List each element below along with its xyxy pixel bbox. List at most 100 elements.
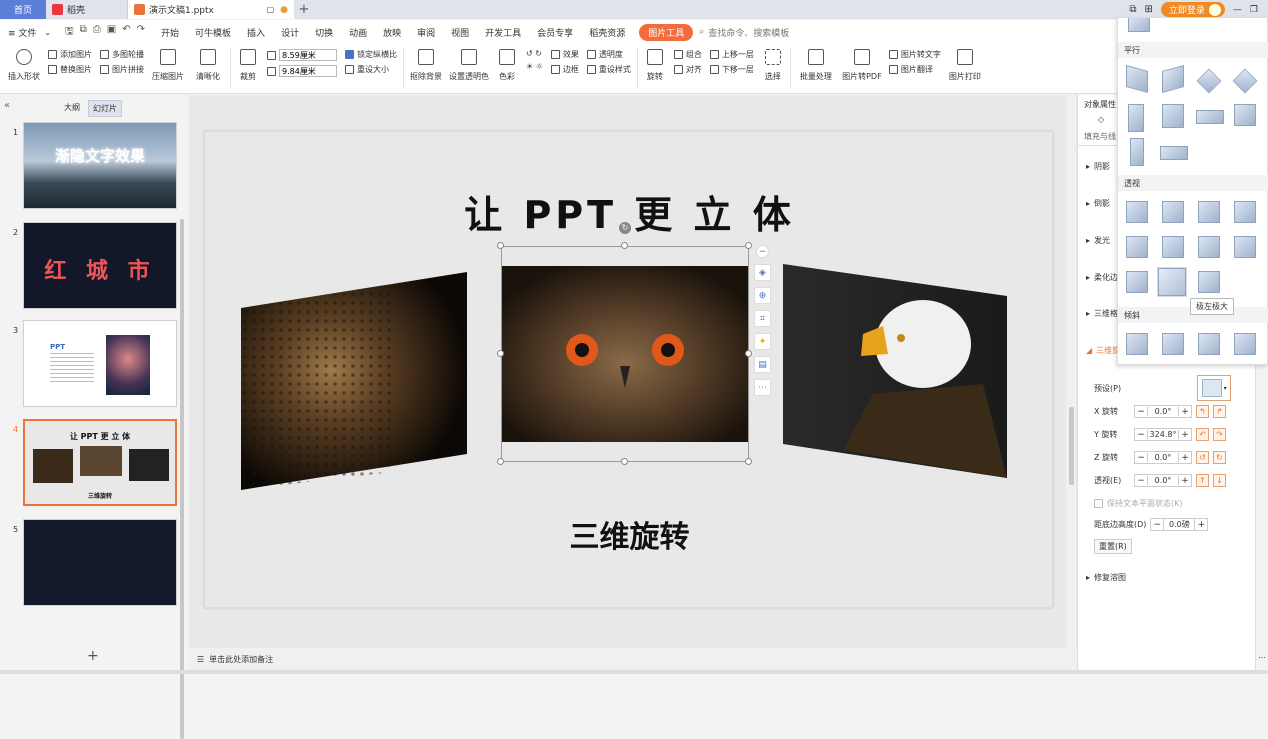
menu-template[interactable]: 可牛模板 [187, 26, 239, 39]
reset-size-button[interactable]: 重设大小 [345, 64, 397, 75]
tab-fill-line[interactable]: 填充与线 [1084, 131, 1116, 142]
preset-perspective-6[interactable] [1162, 236, 1184, 258]
menu-slideshow[interactable]: 放映 [375, 26, 409, 39]
print-icon[interactable]: ⎙ [93, 24, 101, 41]
preset-parallel-1[interactable] [1126, 65, 1148, 93]
notes-bar[interactable]: ☰ 单击此处添加备注 [189, 648, 1077, 670]
image-collage-button[interactable]: 图片拼接 [100, 64, 144, 75]
image-icon[interactable]: ▤ [754, 356, 771, 373]
preset-perspective-5[interactable] [1126, 236, 1148, 258]
menu-developer[interactable]: 开发工具 [477, 26, 529, 39]
distance-value[interactable]: 0.0磅 [1163, 519, 1196, 530]
compress-button[interactable]: 压缩图片 [148, 47, 188, 82]
align-button[interactable]: 对齐 [673, 64, 702, 75]
preset-parallel-9[interactable] [1130, 138, 1144, 166]
batch-button[interactable]: 批量处理 [793, 47, 839, 82]
preset-oblique-1[interactable] [1126, 333, 1148, 355]
preset-oblique-2[interactable] [1162, 333, 1184, 355]
preset-parallel-7[interactable] [1196, 110, 1224, 124]
add-slide-icon[interactable]: + [87, 648, 99, 664]
x-rotation-value[interactable]: 0.0° [1147, 407, 1179, 416]
keep-flat-checkbox[interactable] [1094, 499, 1103, 508]
add-tab-button[interactable]: + [294, 0, 314, 19]
resize-handle[interactable] [621, 458, 628, 465]
slide-thumb-3[interactable]: PPT [23, 320, 177, 407]
menu-picture-tools[interactable]: 图片工具 [639, 23, 694, 41]
send-backward-button[interactable]: 下移一层 [709, 64, 754, 75]
minus-icon[interactable]: − [1135, 476, 1147, 486]
minimize-icon[interactable]: — [1233, 5, 1242, 15]
minus-icon[interactable]: − [1135, 430, 1147, 440]
perspective-down-button[interactable]: ↓ [1213, 474, 1226, 487]
replace-image-button[interactable]: 替换图片 [48, 64, 92, 75]
preset-parallel-6[interactable] [1162, 104, 1184, 128]
clarity-button[interactable]: 清晰化 [188, 47, 228, 82]
rotate-handle-icon[interactable]: ↻ [619, 222, 631, 234]
resize-handle[interactable] [745, 350, 752, 357]
leopard-image[interactable] [241, 272, 467, 490]
perspective-stepper[interactable]: −0.0° + [1134, 474, 1192, 487]
zoom-icon[interactable]: ⊕ [754, 287, 771, 304]
preset-oblique-3[interactable] [1198, 333, 1220, 355]
set-transparent-button[interactable]: 设置透明色 [446, 47, 492, 82]
preset-perspective-7[interactable] [1198, 236, 1220, 258]
bring-forward-button[interactable]: 上移一层 [709, 49, 754, 60]
crop-tool-icon[interactable]: ⌗ [754, 310, 771, 327]
plus-icon[interactable]: + [1179, 430, 1191, 440]
file-dropdown-icon[interactable]: ⌄ [44, 28, 51, 37]
rotate-down-button[interactable]: ↷ [1213, 428, 1226, 441]
undo-icon[interactable]: ↶ [122, 24, 130, 41]
more-options-icon[interactable]: ⋯ [1258, 653, 1266, 662]
preset-parallel-2[interactable] [1162, 65, 1184, 93]
rotate-right-button[interactable]: ↱ [1213, 405, 1226, 418]
preset-perspective-10[interactable] [1157, 267, 1187, 297]
insert-shape-button[interactable]: 插入形状 [4, 47, 44, 82]
plus-icon[interactable]: + [1179, 453, 1191, 463]
plus-icon[interactable]: + [1179, 476, 1191, 486]
section-glow[interactable]: ▸ 发光 [1086, 235, 1110, 246]
effects-button[interactable]: 效果 [550, 49, 579, 60]
z-rotation-stepper[interactable]: −0.0° + [1134, 451, 1192, 464]
eagle-image[interactable] [783, 264, 1007, 478]
layers-icon[interactable]: ◈ [754, 264, 771, 281]
resize-handle[interactable] [497, 242, 504, 249]
fill-icon[interactable]: ◇ [1098, 115, 1104, 124]
plus-icon[interactable]: + [1195, 520, 1207, 530]
command-search[interactable]: 查找命令、搜索模板 [708, 26, 789, 39]
reset-button[interactable]: 重置(R) [1094, 539, 1132, 554]
section-3d-format[interactable]: ▸ 三维格 [1086, 308, 1118, 319]
minus-icon[interactable]: − [1135, 453, 1147, 463]
menu-animation[interactable]: 动画 [341, 26, 375, 39]
menu-start[interactable]: 开始 [153, 26, 187, 39]
slide-subtitle[interactable]: 三维旋转 [205, 512, 1054, 556]
more-icon[interactable]: ⋯ [754, 379, 771, 396]
translate-button[interactable]: 图片翻译 [888, 64, 941, 75]
x-rotation-stepper[interactable]: −0.0° + [1134, 405, 1192, 418]
section-soft-edge[interactable]: ▸ 柔化边 [1086, 272, 1118, 283]
y-rotation-stepper[interactable]: −324.8° + [1134, 428, 1192, 441]
reset-style-button[interactable]: 重设样式 [586, 64, 631, 75]
login-button[interactable]: 立即登录 [1160, 2, 1225, 17]
menu-member[interactable]: 会员专享 [529, 26, 581, 39]
resize-handle[interactable] [745, 458, 752, 465]
resize-handle[interactable] [621, 242, 628, 249]
rotate-button[interactable]: 旋转 [640, 47, 670, 82]
rotate-cw-button[interactable]: ↻ [1213, 451, 1226, 464]
collapse-toolbar-icon[interactable]: − [756, 245, 769, 258]
idea-icon[interactable]: ✦ [754, 333, 771, 350]
preset-shape[interactable] [1128, 18, 1150, 32]
tab-document[interactable]: 演示文稿1.pptx ▢ ● [128, 0, 294, 19]
preset-parallel-3[interactable] [1196, 68, 1222, 94]
preset-dropdown[interactable]: ▾ [1197, 375, 1232, 401]
minus-icon[interactable]: − [1151, 520, 1163, 530]
to-text-button[interactable]: 图片转文字 [888, 49, 941, 60]
menu-docer-resources[interactable]: 稻壳资源 [581, 26, 633, 39]
menu-design[interactable]: 设计 [273, 26, 307, 39]
section-reflection[interactable]: ▸ 倒影 [1086, 198, 1110, 209]
preset-oblique-4[interactable] [1234, 333, 1256, 355]
preset-perspective-11[interactable] [1198, 271, 1220, 293]
preset-parallel-8[interactable] [1234, 104, 1256, 126]
z-rotation-value[interactable]: 0.0° [1147, 453, 1179, 462]
preset-perspective-1[interactable] [1126, 201, 1148, 223]
rotate-up-button[interactable]: ↶ [1196, 428, 1209, 441]
